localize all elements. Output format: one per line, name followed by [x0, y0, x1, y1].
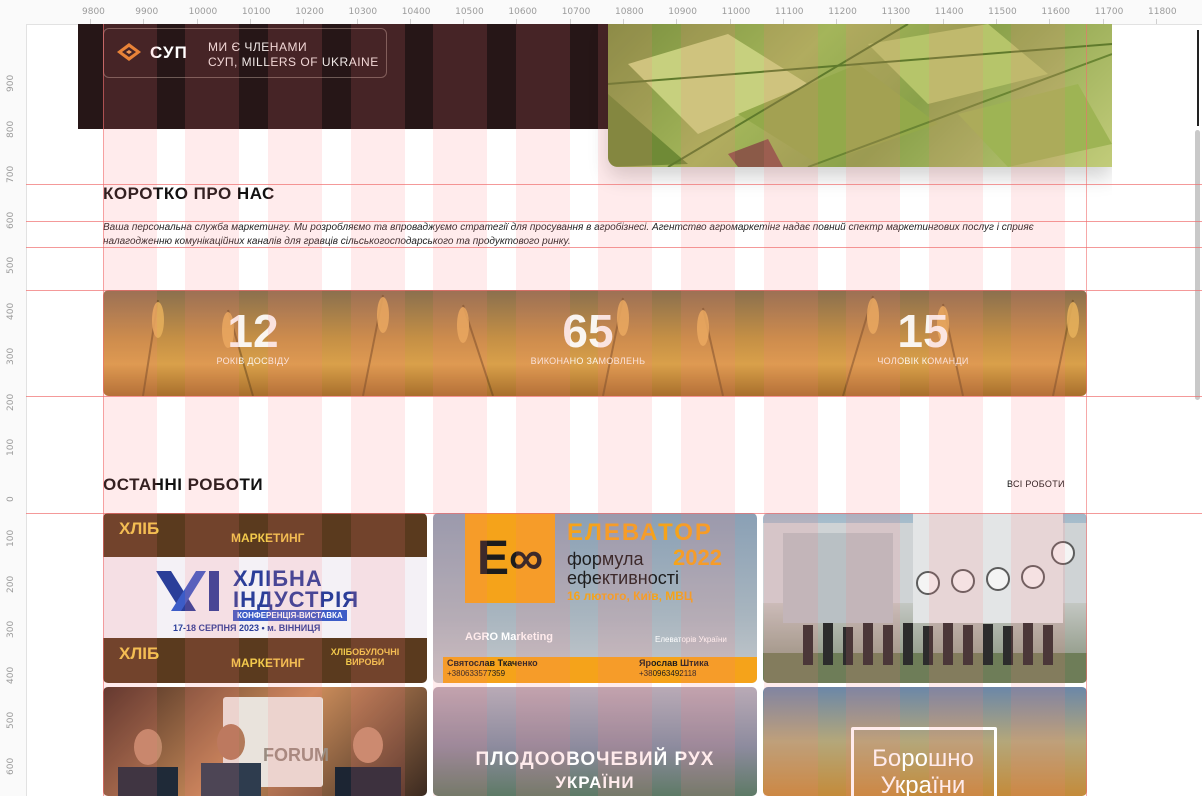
scroll-indicator	[1197, 30, 1199, 126]
ruler-tick-label: 800	[6, 120, 16, 138]
ruler-tick-label: 200	[6, 393, 16, 411]
ruler-tick-label: 10400	[401, 7, 431, 17]
ruler-tick-label: 11200	[828, 7, 857, 17]
ruler-tick-label: 10700	[561, 7, 591, 17]
ruler-tick-label: 9900	[135, 7, 159, 17]
xi-emblem-icon	[156, 571, 219, 611]
membership-badge[interactable]: СУП МИ Є ЧЛЕНАМИ СУП, MILLERS OF UKRAINE	[103, 28, 387, 78]
ruler-tick-label: 0	[6, 495, 16, 502]
ruler-tick-label: 100	[6, 529, 16, 547]
forum-people-photo	[118, 724, 401, 796]
flour-line1: Борошно	[872, 745, 974, 772]
stats-banner: 12 РОКІВ ДОСВІДУ 65 ВИКОНАНО ЗАМОВЛЕНЬ 1…	[103, 290, 1087, 396]
stat-orders: 65 ВИКОНАНО ЗАМОВЛЕНЬ	[498, 306, 678, 366]
vertical-ruler: 900 800 700 600 500 400 300 200 100 0 100 200 300 400…	[0, 24, 27, 796]
ruler-tick-label: 500	[6, 711, 16, 729]
ruler-tick-label: 10500	[455, 7, 484, 17]
elevator-date: 16 лютого, Київ, МВЦ	[567, 589, 693, 603]
ruler-tick-label: 100	[6, 438, 16, 456]
stat-team-label: ЧОЛОВІК КОМАНДИ	[877, 356, 969, 366]
contact1-phone: +380633577359	[447, 669, 506, 678]
ruler-tick-label: 300	[6, 620, 16, 638]
ruler-tick-label: 11700	[1094, 7, 1124, 17]
work-card-flour[interactable]: Борошно України	[763, 687, 1087, 796]
field-aerial-illustration	[608, 24, 1112, 167]
ruler-tick-label: 11000	[721, 7, 751, 17]
banner-bottom-word: ХЛІБ	[119, 644, 160, 663]
stat-years-value: 12	[227, 305, 279, 357]
ruler-tick-label: 700	[6, 165, 16, 183]
elevator-sub1: формула	[567, 549, 644, 569]
vertical-scrollbar[interactable]	[1195, 130, 1200, 400]
stat-years-label: РОКІВ ДОСВІДУ	[216, 356, 290, 366]
badge-text-line1: МИ Є ЧЛЕНАМИ	[208, 40, 308, 54]
ruler-tick-label: 11600	[1041, 7, 1071, 17]
work-card-bread-industry[interactable]: ХЛІБ МАРКЕТИНГ ХЛІБ МАРКЕТИНГ ХЛІБОБУЛОЧ…	[103, 513, 427, 683]
ruler-tick-label: 400	[6, 302, 16, 320]
elevator-sub2: ефективності	[567, 568, 679, 588]
sup-brand-label: СУП	[150, 43, 188, 62]
ruler-tick-label: 600	[6, 757, 16, 775]
ruler-tick-label: 300	[6, 347, 16, 365]
stat-orders-value: 65	[562, 305, 614, 357]
work-card-elevator[interactable]: E∞ ЕЛЕВАТОР формула 2022 ефективності 16…	[433, 513, 757, 683]
banner-bottom-pastry: ХЛІБОБУЛОЧНІ ВИРОБИ	[330, 647, 400, 667]
works-heading: ОСТАННІ РОБОТИ	[103, 475, 264, 494]
badge-text-line2: СУП, MILLERS OF UKRAINE	[208, 55, 379, 69]
banner-bottom-marketing: МАРКЕТИНГ	[231, 656, 305, 670]
ruler-tick-label: 10000	[188, 7, 218, 17]
bread-industry-subtitle: КОНФЕРЕНЦІЯ-ВИСТАВКА	[233, 610, 347, 621]
contact1-name: Святослав Ткаченко	[447, 658, 538, 668]
ruler-tick-label: 10900	[668, 7, 697, 17]
stat-team: 15 ЧОЛОВІК КОМАНДИ	[843, 306, 1003, 366]
work-card-forum[interactable]: FORUM	[103, 687, 427, 796]
fruit-veg-line2: УКРАЇНИ	[555, 773, 635, 792]
banner-top-word: ХЛІБ	[119, 519, 160, 538]
elevator-year: 2022	[673, 545, 722, 570]
work-card-factory-team[interactable]	[763, 513, 1087, 683]
sup-logo-icon	[117, 43, 141, 61]
bread-industry-date: 17-18 СЕРПНЯ 2023 • м. ВІННИЦЯ	[173, 623, 321, 633]
stat-years: 12 РОКІВ ДОСВІДУ	[173, 306, 333, 366]
hero-field-image	[608, 24, 1112, 167]
ruler-tick-label: 11800	[1148, 7, 1177, 17]
work-card-fruit-vegetable[interactable]: ПЛОДООВОЧЕВИЙ РУХ УКРАЇНИ	[433, 687, 757, 796]
ruler-tick-label: 9800	[82, 7, 105, 17]
stat-team-value: 15	[897, 305, 949, 357]
flour-line2: України	[880, 772, 966, 796]
about-heading: КОРОТКО ПРО НАС	[103, 184, 275, 203]
ruler-tick-mark	[1156, 19, 1157, 24]
ruler-tick-label: 10800	[615, 7, 644, 17]
contact2-phone: +380963492118	[639, 669, 697, 678]
elevator-logo-icon: E∞	[477, 532, 544, 585]
ruler-tick-label: 10600	[508, 7, 538, 17]
ruler-tick-label: 11300	[881, 7, 911, 17]
ruler-tick-label: 10100	[241, 7, 271, 17]
banner-top-marketing: МАРКЕТИНГ	[231, 531, 305, 545]
ruler-tick-label: 11500	[988, 7, 1017, 17]
elevator-title: ЕЛЕВАТОР	[567, 519, 713, 546]
fruit-veg-line1: ПЛОДООВОЧЕВИЙ РУХ	[475, 749, 715, 770]
all-works-link[interactable]: ВСІ РОБОТИ	[1007, 479, 1065, 489]
ruler-tick-label: 11100	[774, 7, 804, 17]
factory-team-photo	[763, 513, 1087, 683]
about-description: Ваша персональна служба маркетингу. Ми р…	[103, 222, 1034, 247]
partner-logo: Елеваторів України	[655, 635, 727, 644]
ruler-tick-label: 200	[6, 575, 16, 593]
page-canvas: СУП МИ Є ЧЛЕНАМИ СУП, MILLERS OF UKRAINE…	[78, 24, 1112, 796]
ruler-tick-label: 500	[6, 256, 16, 274]
stat-orders-label: ВИКОНАНО ЗАМОВЛЕНЬ	[530, 356, 646, 366]
ruler-tick-label: 11400	[934, 7, 964, 17]
ruler-tick-label: 900	[6, 74, 16, 92]
ruler-tick-label: 600	[6, 211, 16, 229]
horizontal-ruler: 9800 9900 10000 10100 10200 10300 10400 10500 10…	[0, 0, 1202, 25]
agency-logo: AGRO Marketing	[465, 631, 554, 643]
ruler-tick-label: 400	[6, 666, 16, 684]
contact2-name: Ярослав Штика	[639, 658, 709, 668]
ruler-tick-label: 10200	[295, 7, 324, 17]
ruler-tick-label: 10300	[348, 7, 378, 17]
